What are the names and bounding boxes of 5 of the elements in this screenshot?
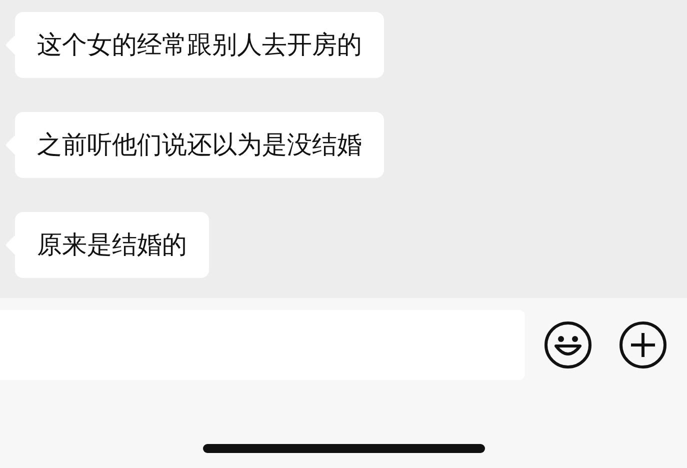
message-bubble: 这个女的经常跟别人去开房的 bbox=[15, 12, 384, 78]
plus-icon[interactable] bbox=[618, 320, 668, 370]
message-bubble: 之前听他们说还以为是没结婚 bbox=[15, 112, 384, 178]
emoji-icon[interactable] bbox=[543, 320, 593, 370]
message-bubble: 原来是结婚的 bbox=[15, 212, 209, 278]
